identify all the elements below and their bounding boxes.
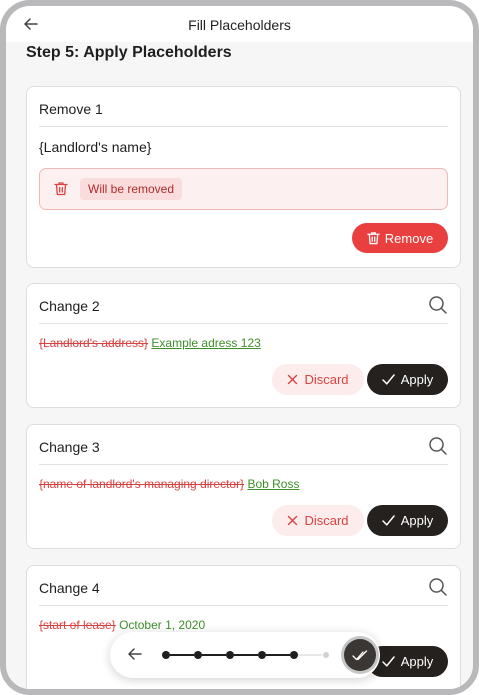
close-icon bbox=[288, 374, 298, 385]
close-icon bbox=[288, 515, 298, 526]
card-header: Change 4 bbox=[39, 566, 448, 606]
card-header: Remove 1 bbox=[39, 87, 448, 127]
discard-button[interactable]: Discard bbox=[272, 505, 364, 536]
new-value-text: Example adress 123 bbox=[151, 336, 261, 350]
step-dot bbox=[258, 651, 266, 659]
diff-line: {start of lease} October 1, 2020 bbox=[39, 618, 205, 632]
diff-line: {Landlord's address} Example adress 123 bbox=[39, 336, 261, 350]
card-title: Change 4 bbox=[39, 580, 100, 596]
step-dot bbox=[226, 651, 234, 659]
apply-button[interactable]: Apply bbox=[367, 505, 448, 536]
search-button[interactable] bbox=[428, 295, 448, 315]
step-dot bbox=[290, 651, 298, 659]
card-title: Change 3 bbox=[39, 439, 100, 455]
placeholder-text: {Landlord's name} bbox=[39, 139, 152, 155]
step-navigation-bar bbox=[110, 632, 380, 678]
old-placeholder-text: {name of landlord's managing director} bbox=[39, 477, 245, 491]
search-icon bbox=[429, 296, 447, 314]
card-header: Change 2 bbox=[39, 284, 448, 324]
check-icon bbox=[381, 374, 395, 385]
discard-button[interactable]: Discard bbox=[272, 364, 364, 395]
apply-button-label: Apply bbox=[400, 654, 434, 669]
old-placeholder-text: {Landlord's address} bbox=[39, 336, 149, 350]
remove-card: Remove 1 {Landlord's name} Will be remov… bbox=[26, 86, 461, 268]
card-title: Change 2 bbox=[39, 298, 100, 314]
step-dot bbox=[194, 651, 202, 659]
previous-step-button[interactable] bbox=[128, 647, 142, 665]
change-card: Change 2 {Landlord's address} Example ad… bbox=[26, 283, 461, 408]
new-value-text: Bob Ross bbox=[247, 477, 300, 491]
trash-icon bbox=[367, 232, 380, 245]
removal-banner: Will be removed bbox=[39, 168, 448, 210]
discard-button-label: Discard bbox=[304, 513, 349, 528]
new-value-text: October 1, 2020 bbox=[119, 618, 206, 632]
diff-line: {name of landlord's managing director} B… bbox=[39, 477, 299, 491]
discard-button-label: Discard bbox=[304, 372, 349, 387]
arrow-left-icon bbox=[128, 648, 142, 660]
search-button[interactable] bbox=[428, 577, 448, 597]
remove-button-label: Remove bbox=[384, 230, 434, 246]
card-header: Change 3 bbox=[39, 425, 448, 465]
step-dot bbox=[323, 652, 329, 658]
card-title: Remove 1 bbox=[39, 101, 103, 117]
apply-button[interactable]: Apply bbox=[367, 364, 448, 395]
status-badge: Will be removed bbox=[80, 178, 183, 200]
step-title: Step 5: Apply Placeholders bbox=[26, 44, 232, 61]
check-icon bbox=[381, 515, 395, 526]
device-frame: Fill Placeholders Step 5: Apply Placehol… bbox=[0, 0, 479, 695]
apply-button-label: Apply bbox=[400, 372, 434, 387]
check-icon bbox=[381, 656, 395, 667]
change-card: Change 3 {name of landlord's managing di… bbox=[26, 424, 461, 549]
remove-button[interactable]: Remove bbox=[352, 223, 448, 253]
old-placeholder-text: {start of lease} bbox=[39, 618, 116, 632]
double-check-icon bbox=[352, 649, 368, 660]
search-icon bbox=[429, 437, 447, 455]
step-progress-indicator bbox=[162, 651, 329, 659]
search-button[interactable] bbox=[428, 436, 448, 456]
search-icon bbox=[429, 578, 447, 596]
header-title: Fill Placeholders bbox=[188, 17, 291, 33]
apply-button-label: Apply bbox=[400, 513, 434, 528]
finish-button[interactable] bbox=[344, 639, 376, 671]
trash-icon bbox=[54, 182, 68, 196]
app-header: Fill Placeholders bbox=[6, 6, 473, 42]
step-dot bbox=[162, 651, 170, 659]
